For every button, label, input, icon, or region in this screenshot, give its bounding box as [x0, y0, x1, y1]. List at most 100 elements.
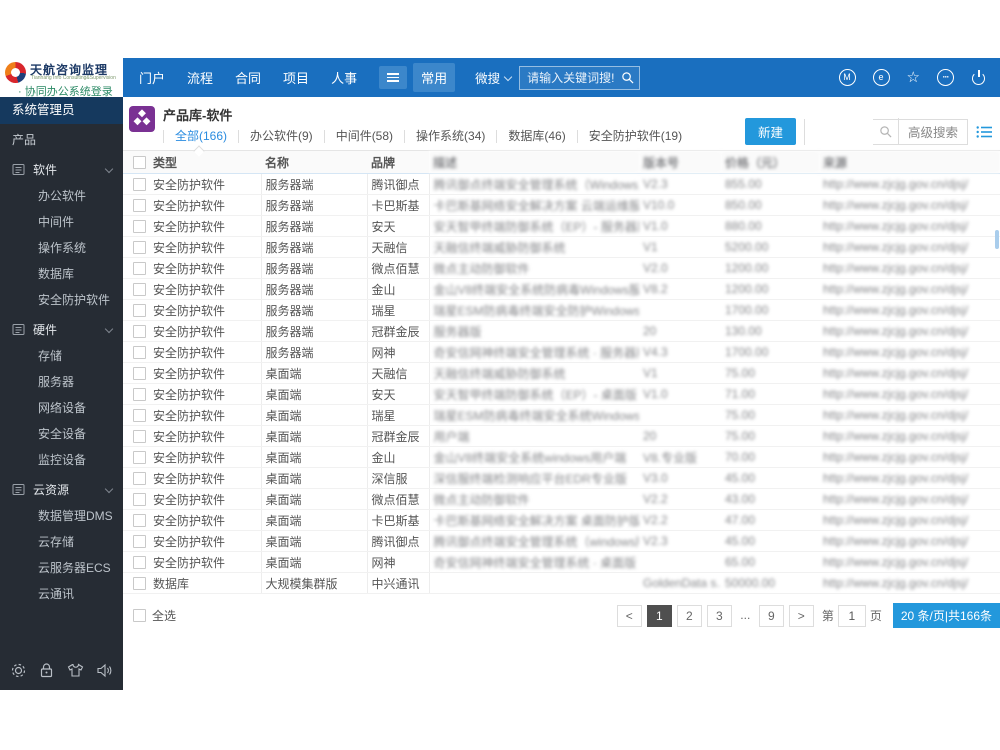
nav-item[interactable]: 流程	[187, 68, 213, 87]
logout-power-icon[interactable]	[971, 70, 986, 85]
search-icon[interactable]	[621, 71, 634, 84]
row-checkbox[interactable]	[133, 367, 146, 381]
nav-item[interactable]: 合同	[235, 68, 261, 87]
nav-item[interactable]: 人事	[331, 68, 357, 87]
new-button[interactable]: 新建	[744, 118, 796, 145]
row-checkbox[interactable]	[133, 178, 146, 192]
row-checkbox[interactable]	[133, 493, 146, 507]
row-checkbox[interactable]	[133, 388, 146, 402]
sidebar-item[interactable]: 网络设备	[0, 394, 123, 420]
sidebar-item[interactable]: 数据库	[0, 260, 123, 286]
sidebar-item[interactable]: 安全设备	[0, 420, 123, 446]
sidebar-item[interactable]: 云服务器ECS	[0, 554, 123, 580]
search-scope-dropdown[interactable]: 微搜	[475, 68, 500, 87]
sound-speaker-icon[interactable]	[96, 663, 113, 678]
page-number-button[interactable]: 9	[758, 604, 784, 627]
sidebar-item[interactable]: 中间件	[0, 208, 123, 234]
page-size-summary-badge[interactable]: 20 条/页|共166条	[892, 603, 1000, 628]
row-checkbox[interactable]	[133, 472, 146, 486]
sidebar-item[interactable]: 云存储	[0, 528, 123, 554]
product-table: 类型 名称 品牌 描述 版本号 价格（元） 来源 安全防护软件 服务器端 腾讯御…	[123, 151, 1000, 594]
nav-item-common[interactable]: 常用	[413, 63, 456, 92]
cell-desc: 安天智甲终端防御系统（EP）- 服务器版	[429, 215, 639, 237]
advanced-search-button[interactable]: 高级搜索	[897, 118, 967, 145]
row-checkbox[interactable]	[133, 220, 146, 234]
sidebar-item[interactable]: 产品	[0, 126, 123, 152]
sidebar-item[interactable]: 存储	[0, 342, 123, 368]
page-number-button[interactable]: 3	[706, 604, 732, 627]
cell-price: 45.00	[721, 530, 819, 552]
sidebar-item[interactable]: 数据管理DMS	[0, 502, 123, 528]
sidebar-item[interactable]: 办公软件	[0, 182, 123, 208]
settings-gear-icon[interactable]	[10, 662, 27, 679]
list-view-icon[interactable]	[976, 125, 992, 139]
row-checkbox[interactable]	[133, 577, 146, 591]
row-checkbox[interactable]	[133, 283, 146, 297]
sidebar-item[interactable]: 监控设备	[0, 446, 123, 472]
column-header-desc[interactable]: 描述	[429, 151, 639, 174]
category-tab[interactable]: 中间件(58)	[323, 130, 404, 143]
more-options-icon[interactable]: ···	[937, 69, 954, 86]
nav-item[interactable]: 项目	[283, 68, 309, 87]
page-number-button[interactable]: 2	[676, 604, 702, 627]
row-checkbox[interactable]	[133, 451, 146, 465]
select-all-checkbox[interactable]	[133, 609, 146, 622]
sidebar-item[interactable]: 安全防护软件	[0, 286, 123, 312]
nav-menu-button[interactable]	[379, 66, 408, 89]
sidebar-item[interactable]: 软件	[0, 156, 123, 182]
sidebar-item[interactable]: 操作系统	[0, 234, 123, 260]
nav-item[interactable]: 门户	[139, 68, 165, 87]
row-checkbox[interactable]	[133, 556, 146, 570]
search-icon[interactable]	[879, 125, 892, 138]
sidebar-item[interactable]: 云资源	[0, 476, 123, 502]
cell-version: V3.0	[639, 467, 721, 489]
lock-icon[interactable]	[39, 662, 54, 679]
column-header-brand[interactable]: 品牌	[367, 151, 429, 174]
category-tab[interactable]: 数据库(46)	[496, 130, 576, 143]
cell-desc: 天融信终端威胁防御系统	[429, 362, 639, 384]
column-header-version[interactable]: 版本号	[639, 151, 721, 174]
category-tab[interactable]: 操作系统(34)	[404, 130, 496, 143]
column-header-price[interactable]: 价格（元）	[721, 151, 819, 174]
global-search-input[interactable]	[525, 69, 622, 86]
row-checkbox[interactable]	[133, 535, 146, 549]
hamburger-icon	[387, 71, 400, 84]
row-checkbox[interactable]	[133, 325, 146, 339]
feedback-icon[interactable]: e	[872, 69, 890, 86]
vertical-scrollbar-thumb[interactable]	[995, 230, 999, 249]
page-number-button[interactable]: ...	[737, 605, 754, 625]
next-page-button[interactable]: >	[788, 604, 814, 627]
theme-shirt-icon[interactable]	[67, 663, 84, 678]
cell-brand: 微点佰慧	[367, 488, 430, 510]
category-tab[interactable]: 安全防护软件(19)	[576, 130, 693, 143]
jump-page-input[interactable]	[837, 604, 866, 627]
select-all-header-checkbox[interactable]	[133, 156, 146, 170]
cell-type: 安全防护软件	[149, 467, 262, 489]
row-checkbox[interactable]	[133, 346, 146, 360]
cell-brand: 腾讯御点	[367, 173, 430, 195]
sidebar-item[interactable]: 服务器	[0, 368, 123, 394]
sidebar-item[interactable]: 硬件	[0, 316, 123, 342]
row-checkbox[interactable]	[133, 304, 146, 318]
row-checkbox[interactable]	[133, 262, 146, 276]
row-checkbox[interactable]	[133, 409, 146, 423]
favorites-star-icon[interactable]: ☆	[907, 70, 920, 85]
column-header-name[interactable]: 名称	[261, 151, 367, 174]
column-header-type[interactable]: 类型	[149, 151, 261, 174]
row-checkbox[interactable]	[133, 430, 146, 444]
sidebar-item-label: 云服务器ECS	[38, 560, 111, 575]
page-number-button[interactable]: 1	[646, 604, 672, 627]
row-checkbox[interactable]	[133, 199, 146, 213]
row-checkbox[interactable]	[133, 241, 146, 255]
category-tab[interactable]: 全部(166)	[163, 130, 238, 143]
cell-name: 服务器端	[261, 320, 368, 342]
row-checkbox[interactable]	[133, 514, 146, 528]
category-tab[interactable]: 办公软件(9)	[238, 130, 324, 143]
messages-icon[interactable]: M	[838, 69, 856, 86]
table-row: 安全防护软件 服务器端 冠群金辰 服务器版 20 130.00 http://w…	[123, 320, 1000, 342]
table-search-input[interactable]	[804, 118, 873, 145]
column-header-source[interactable]: 来源	[819, 151, 1000, 174]
table-row: 安全防护软件 服务器端 瑞星 瑞星ESM防病毒终端安全防护Windows版 服.…	[123, 299, 1000, 321]
prev-page-button[interactable]: <	[616, 604, 642, 627]
sidebar-item[interactable]: 云通讯	[0, 580, 123, 606]
